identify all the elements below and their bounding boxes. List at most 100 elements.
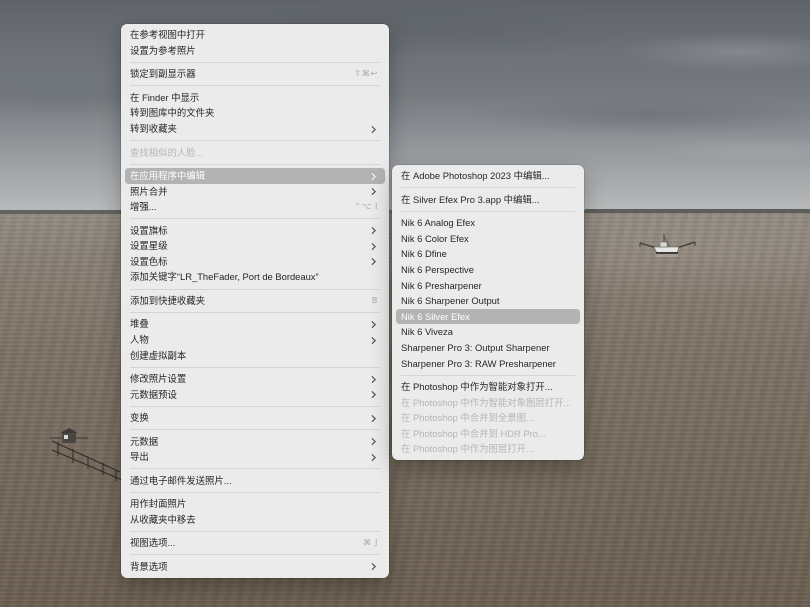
submenu-item-edit-in-photoshop-2023[interactable]: 在 Adobe Photoshop 2023 中编辑...: [396, 168, 580, 184]
submenu-item-nik-dfine[interactable]: Nik 6 Dfine: [396, 246, 580, 262]
menu-item-label: Nik 6 Presharpener: [401, 279, 482, 291]
menu-item-metadata-presets[interactable]: 元数据预设: [125, 387, 385, 403]
menu-item-stacking[interactable]: 堆叠: [125, 316, 385, 332]
chevron-right-icon: [369, 188, 376, 195]
submenu-item-sharpener-pro-raw-presharpener[interactable]: Sharpener Pro 3: RAW Presharpener: [396, 356, 580, 372]
menu-item-label: Nik 6 Silver Efex: [401, 310, 470, 322]
submenu-item-nik-analog-efex[interactable]: Nik 6 Analog Efex: [396, 215, 580, 231]
submenu-item-nik-presharpener[interactable]: Nik 6 Presharpener: [396, 278, 580, 294]
submenu-item-open-as-layers: 在 Photoshop 中作为图层打开...: [396, 441, 580, 457]
submenu-item-nik-color-efex[interactable]: Nik 6 Color Efex: [396, 231, 580, 247]
menu-separator: [121, 215, 389, 223]
submenu-item-open-as-smart-object[interactable]: 在 Photoshop 中作为智能对象打开...: [396, 379, 580, 395]
menu-item-email-photo[interactable]: 通过电子邮件发送照片...: [125, 473, 385, 489]
chevron-right-icon: [369, 258, 376, 265]
menu-separator: [121, 363, 389, 371]
menu-separator: [121, 488, 389, 496]
menu-item-set-flag[interactable]: 设置旗标: [125, 223, 385, 239]
menu-item-label: 设置为参考照片: [130, 44, 196, 56]
submenu-item-nik-perspective[interactable]: Nik 6 Perspective: [396, 262, 580, 278]
submenu-item-nik-viveza[interactable]: Nik 6 Viveza: [396, 324, 580, 340]
menu-item-label: 背景选项: [130, 560, 168, 572]
menu-separator: [392, 207, 584, 215]
menu-separator: [121, 402, 389, 410]
menu-item-photo-merge[interactable]: 照片合并: [125, 184, 385, 200]
menu-separator: [121, 309, 389, 317]
fishing-pier: [50, 428, 123, 481]
menu-item-create-virtual-copy[interactable]: 创建虚拟副本: [125, 348, 385, 364]
menu-item-label: 在 Silver Efex Pro 3.app 中编辑...: [401, 193, 540, 205]
chevron-right-icon: [369, 227, 376, 234]
menu-item-label: 在 Photoshop 中作为智能对象打开...: [401, 381, 553, 393]
menu-item-label: 转到图库中的文件夹: [130, 107, 215, 119]
menu-item-enhance[interactable]: 增强... ⌃⌥ I: [125, 199, 385, 215]
menu-item-set-color-label[interactable]: 设置色标: [125, 254, 385, 270]
menu-item-label: 创建虚拟副本: [130, 349, 187, 361]
menu-separator: [121, 551, 389, 559]
menu-item-develop-settings[interactable]: 修改照片设置: [125, 371, 385, 387]
submenu-item-nik-sharpener-output[interactable]: Nik 6 Sharpener Output: [396, 293, 580, 309]
menu-item-label: 设置星级: [130, 240, 168, 252]
menu-item-people[interactable]: 人物: [125, 332, 385, 348]
menu-item-label: 设置色标: [130, 255, 168, 267]
menu-separator: [121, 160, 389, 168]
menu-item-label: 导出: [130, 451, 149, 463]
menu-item-view-options[interactable]: 视图选项... ⌘ J: [125, 535, 385, 551]
menu-item-label: 堆叠: [130, 318, 149, 330]
menu-item-open-in-reference-view[interactable]: 在参考视图中打开: [125, 27, 385, 43]
menu-item-label: 在 Adobe Photoshop 2023 中编辑...: [401, 170, 550, 182]
menu-item-label: Sharpener Pro 3: RAW Presharpener: [401, 357, 556, 369]
far-shore-treeline: [585, 209, 810, 213]
menu-item-remove-from-collection[interactable]: 从收藏夹中移去: [125, 512, 385, 528]
menu-item-label: 添加到快捷收藏夹: [130, 294, 206, 306]
menu-item-label: 用作封面照片: [130, 498, 187, 510]
submenu-item-merge-to-panorama: 在 Photoshop 中合并到全景图...: [396, 410, 580, 426]
menu-item-label: Sharpener Pro 3: Output Sharpener: [401, 342, 550, 354]
menu-item-label: 元数据预设: [130, 388, 177, 400]
menu-item-edit-in[interactable]: 在应用程序中编辑: [125, 168, 385, 184]
menu-item-label: 设置旗标: [130, 224, 168, 236]
menu-separator: [121, 285, 389, 293]
chevron-right-icon: [369, 242, 376, 250]
menu-item-add-keyword[interactable]: 添加关键字“LR_TheFader, Port de Bordeaux”: [125, 269, 385, 285]
menu-item-metadata[interactable]: 元数据: [125, 434, 385, 450]
chevron-right-icon: [369, 375, 376, 383]
menu-item-export[interactable]: 导出: [125, 449, 385, 465]
chevron-right-icon: [369, 391, 376, 398]
menu-item-label: Nik 6 Perspective: [401, 264, 474, 276]
submenu-item-nik-silver-efex[interactable]: Nik 6 Silver Efex: [396, 308, 580, 325]
menu-item-background-options[interactable]: 背景选项: [125, 559, 385, 575]
submenu-item-merge-to-hdr-pro: 在 Photoshop 中合并到 HDR Pro...: [396, 426, 580, 442]
chevron-right-icon: [369, 438, 376, 445]
menu-item-label: 照片合并: [130, 185, 168, 197]
menu-item-go-to-collection[interactable]: 转到收藏夹: [125, 121, 385, 137]
chevron-right-icon: [369, 172, 376, 180]
menu-item-lock-to-secondary-display[interactable]: 锁定到副显示器 ⇧⌘↩: [125, 66, 385, 82]
keyboard-shortcut: ⌃⌥ I: [354, 201, 378, 212]
menu-separator: [121, 426, 389, 434]
chevron-right-icon: [369, 125, 376, 133]
menu-item-label: 在 Photoshop 中作为智能对象图层打开...: [401, 396, 572, 408]
submenu-item-sharpener-pro-output-sharpener[interactable]: Sharpener Pro 3: Output Sharpener: [396, 340, 580, 356]
menu-item-label: 通过电子邮件发送照片...: [130, 474, 232, 486]
menu-separator: [392, 184, 584, 192]
menu-item-label: 在应用程序中编辑: [130, 170, 206, 182]
keyboard-shortcut: B: [371, 294, 378, 305]
menu-item-label: 在 Photoshop 中合并到全景图...: [401, 412, 534, 424]
submenu-item-edit-in-silver-efex-pro-3[interactable]: 在 Silver Efex Pro 3.app 中编辑...: [396, 192, 580, 208]
menu-item-label: 视图选项...: [130, 537, 176, 549]
chevron-right-icon: [369, 453, 376, 461]
menu-item-label: 转到收藏夹: [130, 123, 177, 135]
menu-item-transform[interactable]: 变换: [125, 410, 385, 426]
menu-item-use-as-cover-photo[interactable]: 用作封面照片: [125, 496, 385, 512]
menu-item-find-similar-faces: 查找相似的人脸...: [125, 145, 385, 161]
menu-item-label: Nik 6 Analog Efex: [401, 217, 476, 229]
menu-item-go-to-folder-in-library[interactable]: 转到图库中的文件夹: [125, 105, 385, 121]
menu-item-set-rating[interactable]: 设置星级: [125, 238, 385, 254]
menu-item-add-to-quick-collection[interactable]: 添加到快捷收藏夹 B: [125, 293, 385, 309]
menu-item-label: 查找相似的人脸...: [130, 146, 204, 158]
menu-separator: [392, 371, 584, 379]
menu-item-set-as-reference-photo[interactable]: 设置为参考照片: [125, 43, 385, 59]
menu-item-show-in-finder[interactable]: 在 Finder 中显示: [125, 90, 385, 106]
chevron-right-icon: [369, 336, 376, 344]
